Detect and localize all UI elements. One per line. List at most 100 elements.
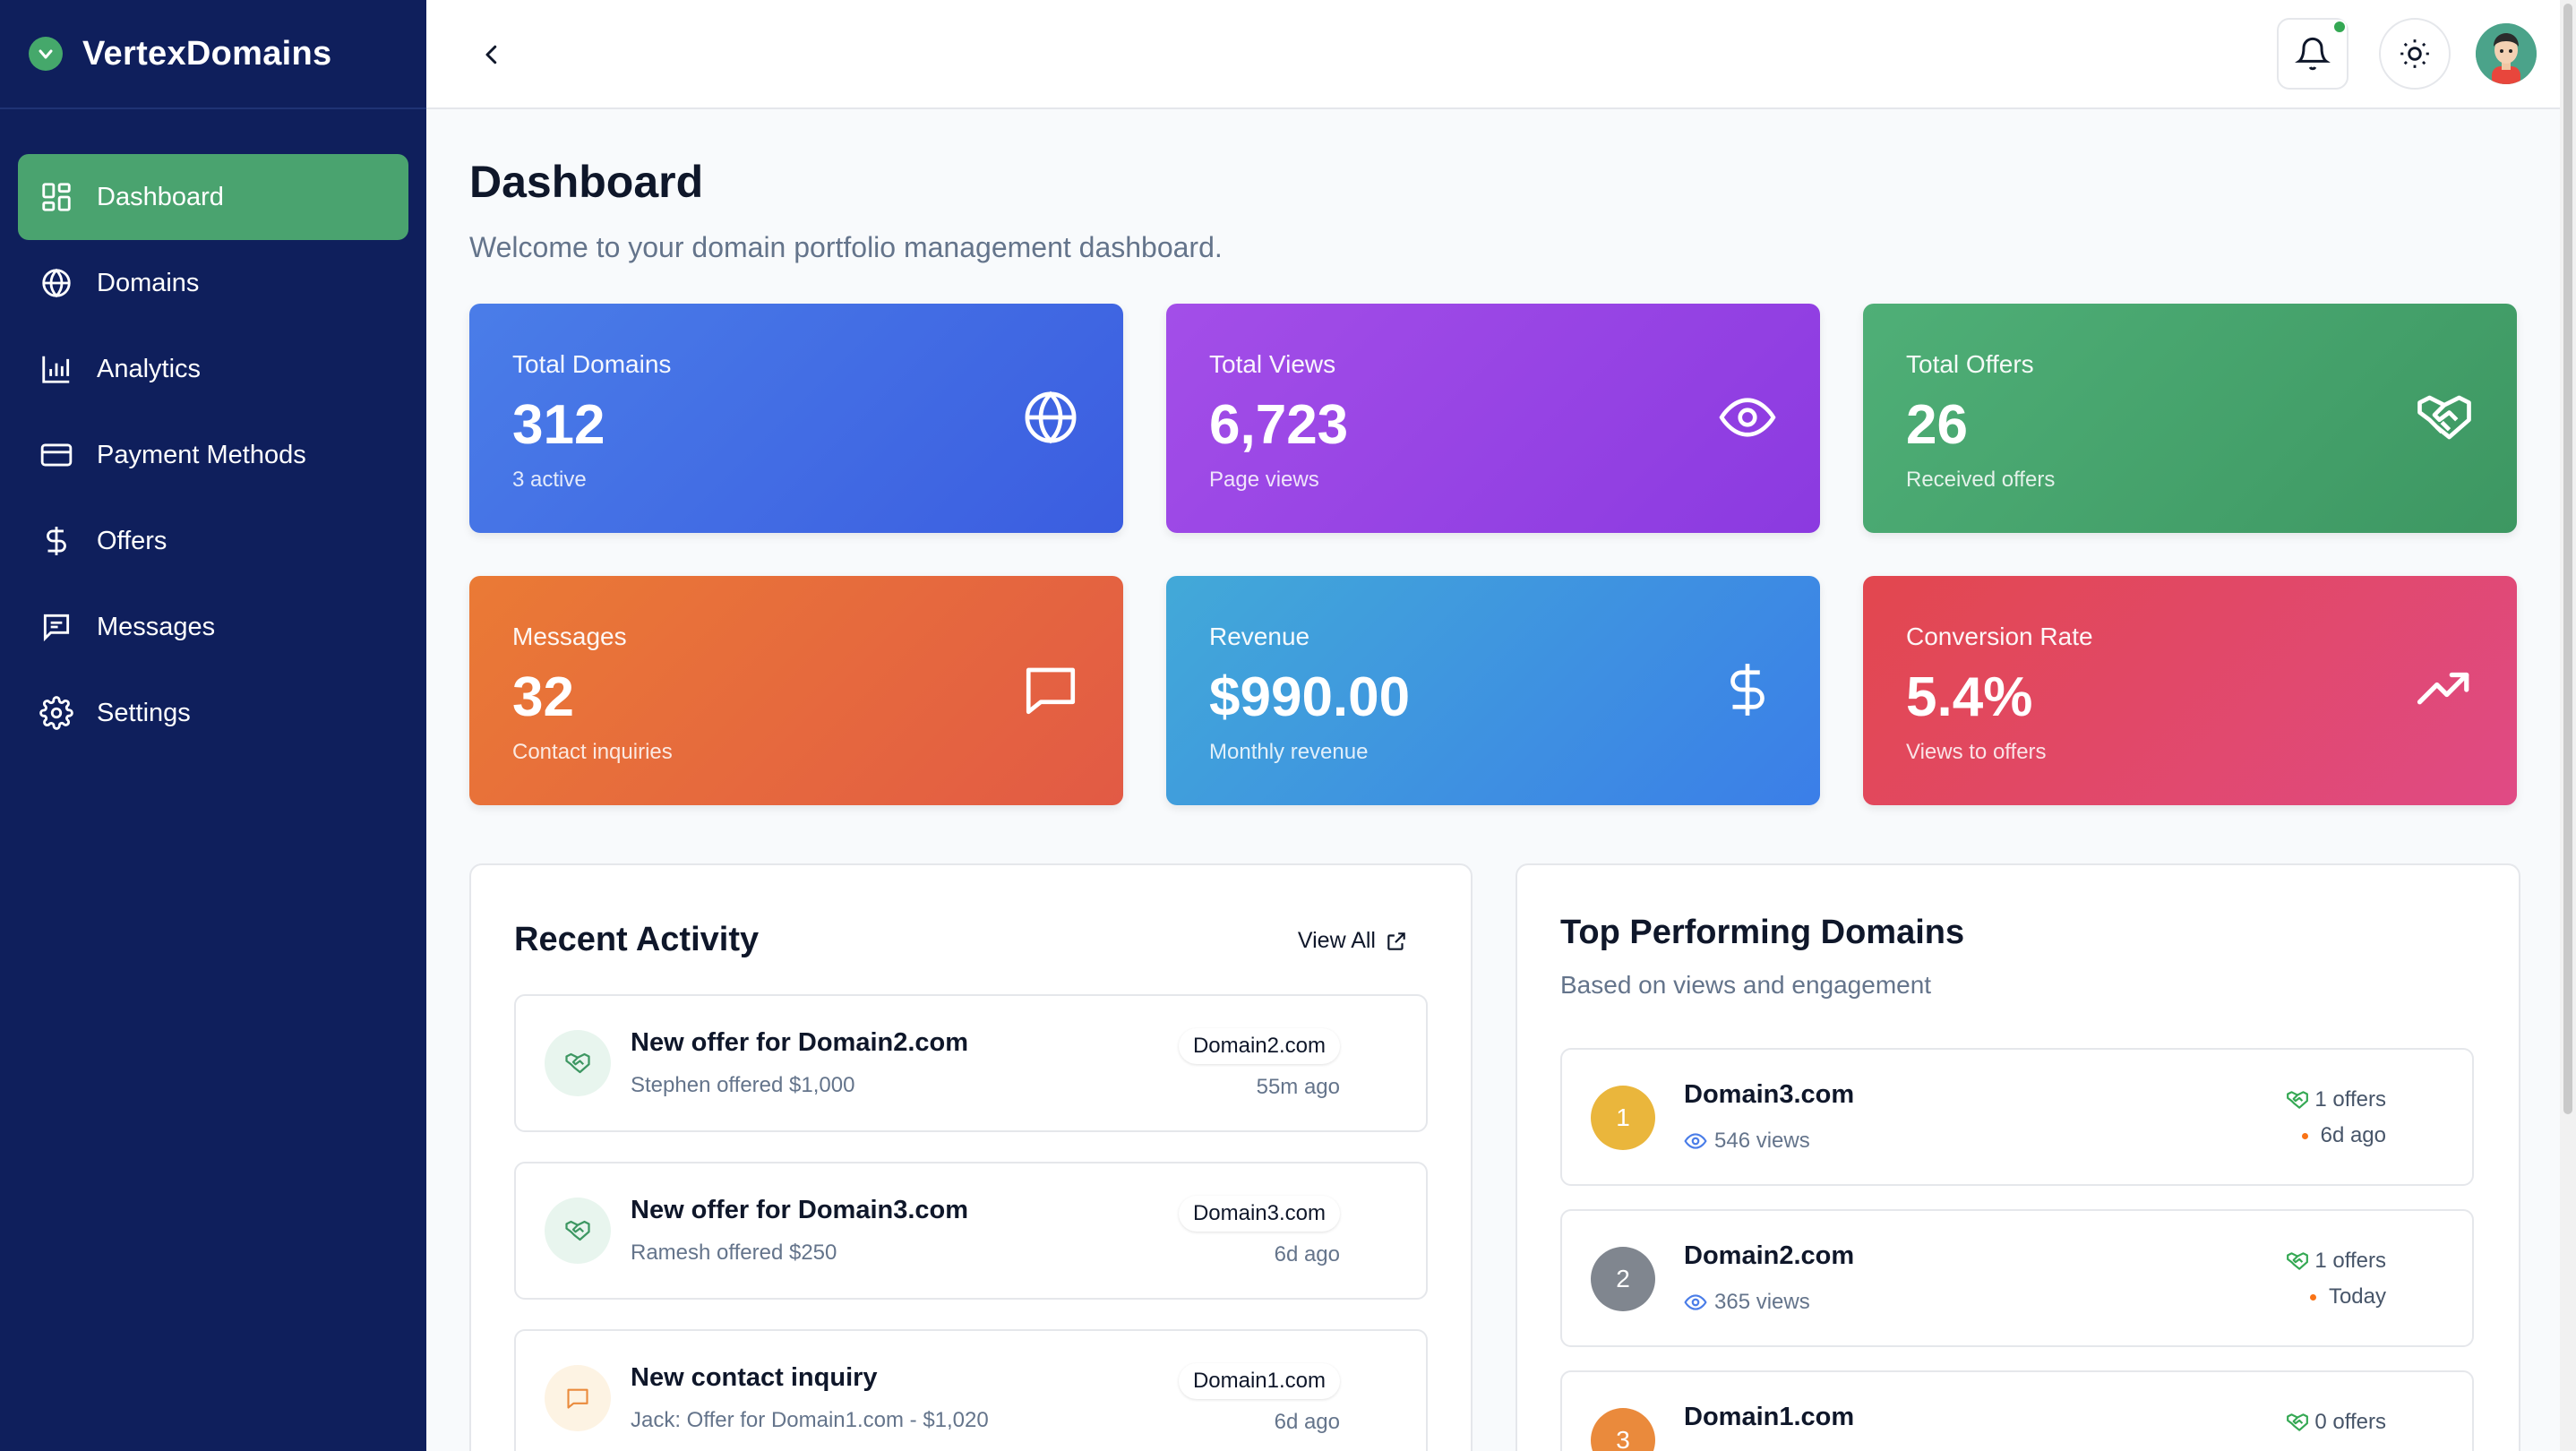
sidebar-item-label: Dashboard <box>97 182 224 211</box>
stat-label: Total Offers <box>1906 350 2034 378</box>
user-avatar[interactable] <box>2476 23 2537 84</box>
notifications-button[interactable] <box>2277 18 2348 90</box>
panel-title: Top Performing Domains <box>1560 914 1965 951</box>
sidebar-item-dashboard[interactable]: Dashboard <box>18 154 408 240</box>
domain-offers: 1 offers <box>2286 1249 2386 1274</box>
activity-item[interactable]: New offer for Domain2.com Stephen offere… <box>514 994 1428 1132</box>
stat-value: 5.4% <box>1906 666 2033 728</box>
stat-label: Conversion Rate <box>1906 622 2093 650</box>
stat-label: Messages <box>512 622 627 650</box>
stat-card-conversion-rate[interactable]: Conversion Rate 5.4% Views to offers <box>1863 576 2517 805</box>
stat-value: 6,723 <box>1209 394 1349 456</box>
scrollbar[interactable] <box>2560 0 2576 1451</box>
sidebar-item-label: Settings <box>97 698 191 727</box>
domain-name: Domain3.com <box>1684 1080 1855 1109</box>
views-label: 546 views <box>1714 1129 1810 1153</box>
stat-label: Total Domains <box>512 350 672 378</box>
external-link-icon <box>1387 932 1405 950</box>
time-label: Today <box>2328 1284 2386 1309</box>
stat-value: $990.00 <box>1209 666 1411 728</box>
top-domains-panel: Top Performing Domains Based on views an… <box>1516 863 2520 1451</box>
chat-icon <box>1026 667 1076 715</box>
chevron-left-icon <box>485 45 497 64</box>
sidebar-item-label: Analytics <box>97 354 202 383</box>
brand-logo-icon <box>29 37 63 71</box>
activity-item[interactable]: New contact inquiry Jack: Offer for Doma… <box>514 1329 1428 1451</box>
page-subtitle: Welcome to your domain portfolio managem… <box>469 231 1223 263</box>
back-button[interactable] <box>471 34 512 75</box>
activity-time: 6d ago <box>1274 1242 1340 1266</box>
offers-label: 0 offers <box>2314 1410 2386 1434</box>
activity-title: New offer for Domain2.com <box>631 1028 969 1057</box>
globe-icon <box>42 268 71 298</box>
panel-subtitle: Based on views and engagement <box>1560 971 1932 999</box>
recent-activity-panel: Recent Activity View All New offer for D… <box>469 863 1473 1451</box>
notification-dot <box>2332 20 2347 34</box>
dashboard-grid-icon <box>42 183 71 211</box>
activity-time: 55m ago <box>1256 1075 1340 1099</box>
brand[interactable]: VertexDomains <box>0 0 426 109</box>
main-content: Dashboard Welcome to your domain portfol… <box>469 109 2520 1451</box>
stat-card-total-domains[interactable]: Total Domains 312 3 active <box>469 304 1123 533</box>
sidebar-item-label: Domains <box>97 268 200 297</box>
sidebar-item-payment-methods[interactable]: Payment Methods <box>18 412 408 498</box>
stat-value: 26 <box>1906 394 1968 456</box>
activity-desc: Stephen offered $1,000 <box>631 1073 855 1097</box>
stat-sub: Page views <box>1209 468 1319 492</box>
sidebar-item-messages[interactable]: Messages <box>18 584 408 670</box>
handshake-icon <box>2417 395 2471 440</box>
sidebar-item-label: Messages <box>97 612 216 641</box>
handshake-icon <box>2287 1091 2309 1109</box>
message-icon <box>43 614 70 642</box>
eye-icon <box>1684 1294 1707 1310</box>
rank-badge: 1 <box>1591 1086 1655 1150</box>
sidebar-nav: Dashboard Domains Analytics Payment Meth… <box>0 109 426 756</box>
sidebar: VertexDomains Dashboard Domains Analytic… <box>0 0 426 1451</box>
domain-badge: Domain1.com <box>1178 1363 1340 1399</box>
sidebar-item-analytics[interactable]: Analytics <box>18 326 408 412</box>
stat-card-messages[interactable]: Messages 32 Contact inquiries <box>469 576 1123 805</box>
sidebar-item-domains[interactable]: Domains <box>18 240 408 326</box>
domain-name: Domain2.com <box>1684 1241 1855 1270</box>
eye-icon <box>1684 1133 1707 1149</box>
panel-title: Recent Activity <box>514 921 760 958</box>
stat-sub: Views to offers <box>1906 740 2047 764</box>
gear-icon <box>39 696 73 730</box>
activity-item[interactable]: New offer for Domain3.com Ramesh offered… <box>514 1162 1428 1300</box>
domain-row[interactable]: 1 Domain3.com 546 views 1 offers 6d ago <box>1560 1048 2474 1186</box>
domain-badge: Domain3.com <box>1178 1196 1340 1232</box>
stat-value: 312 <box>512 394 605 456</box>
page-title: Dashboard <box>469 157 704 207</box>
domain-views: 365 views <box>1684 1290 1810 1315</box>
offers-label: 1 offers <box>2314 1087 2386 1112</box>
stat-card-total-views[interactable]: Total Views 6,723 Page views <box>1166 304 1820 533</box>
activity-title: New contact inquiry <box>631 1363 878 1392</box>
domain-name: Domain1.com <box>1684 1403 1855 1431</box>
stat-card-revenue[interactable]: Revenue $990.00 Monthly revenue <box>1166 576 1820 805</box>
stat-sub: Monthly revenue <box>1209 740 1369 764</box>
view-all-label: View All <box>1297 928 1376 953</box>
domain-row[interactable]: 3 Domain1.com 0 offers <box>1560 1370 2474 1451</box>
rank-badge: 3 <box>1591 1408 1655 1451</box>
stat-value: 32 <box>512 666 574 728</box>
sidebar-item-settings[interactable]: Settings <box>18 670 408 756</box>
theme-toggle-button[interactable] <box>2379 18 2451 90</box>
sidebar-item-label: Payment Methods <box>97 440 306 469</box>
sun-icon <box>2400 39 2429 68</box>
stats-grid: Total Domains 312 3 active Total Views 6… <box>469 304 2520 805</box>
domain-time: Today <box>2309 1284 2386 1309</box>
sidebar-item-label: Offers <box>97 526 167 555</box>
chat-icon <box>545 1365 611 1431</box>
credit-card-icon <box>40 443 73 467</box>
domain-time: 6d ago <box>2301 1123 2386 1148</box>
domain-views: 546 views <box>1684 1129 1810 1154</box>
domain-badge: Domain2.com <box>1178 1028 1340 1064</box>
bar-chart-icon <box>42 356 70 383</box>
domain-row[interactable]: 2 Domain2.com 365 views 1 offers Today <box>1560 1209 2474 1347</box>
stat-card-total-offers[interactable]: Total Offers 26 Received offers <box>1863 304 2517 533</box>
handshake-icon <box>545 1198 611 1264</box>
sidebar-item-offers[interactable]: Offers <box>18 498 408 584</box>
scrollbar-thumb[interactable] <box>2563 4 2572 1114</box>
view-all-button[interactable]: View All <box>1298 928 1408 954</box>
time-label: 6d ago <box>2320 1123 2386 1147</box>
